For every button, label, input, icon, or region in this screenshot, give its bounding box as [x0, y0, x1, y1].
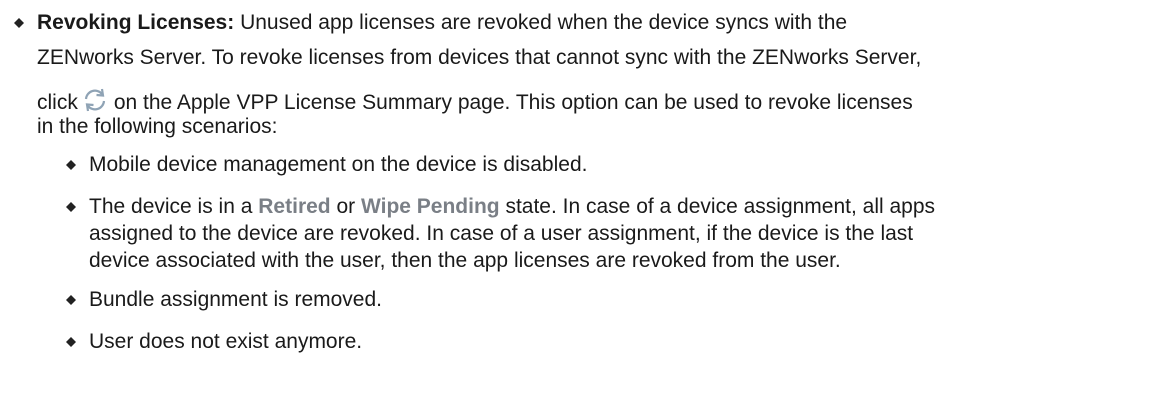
document-section: Revoking Licenses: Unused app licenses a… — [0, 0, 1173, 399]
diamond-bullet-icon — [66, 202, 76, 212]
revoking-licenses-line-4: in the following scenarios: — [37, 115, 278, 138]
scenario-bundle-removed: Bundle assignment is removed. — [89, 288, 382, 311]
revoking-licenses-text-3: on the Apple VPP License Summary page. T… — [113, 91, 913, 114]
retired-state: Retired — [258, 195, 331, 218]
diamond-bullet-icon — [66, 295, 76, 305]
revoking-licenses-line-1: Revoking Licenses: Unused app licenses a… — [37, 10, 847, 36]
refresh-icon[interactable] — [82, 87, 108, 113]
wipe-pending-state: Wipe Pending — [360, 195, 500, 218]
diamond-bullet-icon — [66, 337, 76, 347]
scenario-or-text: or — [330, 195, 361, 218]
scenario-device-state-line-1: The device is in a Retired or Wipe Pendi… — [89, 194, 935, 220]
scenario-device-state-line-2: assigned to the device are revoked. In c… — [89, 222, 914, 245]
revoking-licenses-line-2: ZENworks Server. To revoke licenses from… — [37, 46, 922, 69]
diamond-bullet-icon — [14, 18, 24, 28]
scenario-device-state-line-3: device associated with the user, then th… — [89, 249, 841, 272]
click-word: click — [37, 91, 78, 114]
revoking-licenses-title: Revoking Licenses: — [37, 11, 235, 34]
diamond-bullet-icon — [66, 160, 76, 170]
revoking-licenses-text-1: Unused app licenses are revoked when the… — [234, 11, 848, 34]
scenario-mdm-disabled: Mobile device management on the device i… — [89, 153, 588, 176]
scenario-device-state-text-a: The device is in a — [89, 195, 259, 218]
scenario-device-state-text-b: state. In case of a device assignment, a… — [499, 195, 936, 218]
scenario-user-not-exist: User does not exist anymore. — [89, 330, 363, 353]
revoking-licenses-line-3: click on the Apple VPP License Summary p… — [37, 87, 913, 116]
